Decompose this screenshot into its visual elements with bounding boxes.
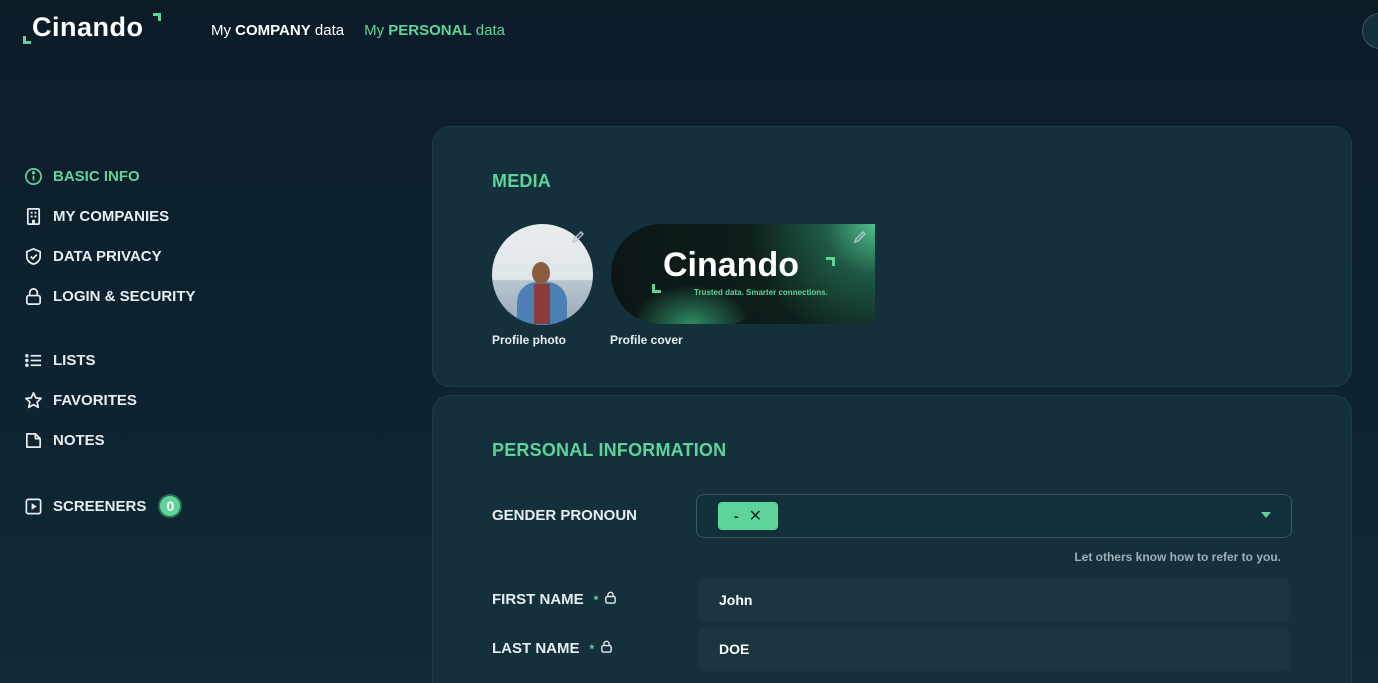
photo-figure-shirt [534, 284, 550, 324]
shield-check-icon [25, 247, 42, 265]
nav-company-prefix: My [211, 22, 231, 39]
top-navigation: My COMPANY data My PERSONAL data [211, 22, 505, 39]
cover-logo-corner-bottom-left [652, 284, 661, 293]
media-card: MEDIA Cinando Trusted data. Smarter conn… [432, 126, 1352, 387]
logo-corner-top-right [153, 13, 161, 21]
sidebar-label-basic-info: BASIC INFO [53, 167, 140, 185]
last-name-input[interactable] [698, 627, 1290, 671]
building-icon [26, 207, 41, 225]
first-name-input[interactable] [698, 578, 1290, 622]
sidebar-label-favorites: FAVORITES [53, 391, 137, 409]
sidebar-label-notes: NOTES [53, 431, 105, 449]
nav-my-personal-data[interactable]: My PERSONAL data [364, 22, 505, 39]
sidebar-item-screeners[interactable]: SCREENERS 0 [24, 494, 183, 518]
user-menu-button[interactable] [1362, 13, 1378, 49]
profile-photo-label: Profile photo [492, 333, 566, 347]
note-icon [25, 432, 42, 448]
personal-section-title: PERSONAL INFORMATION [492, 440, 727, 460]
cover-tagline: Trusted data. Smarter connections. [694, 288, 828, 297]
sidebar-item-favorites[interactable]: FAVORITES [24, 390, 137, 410]
nav-personal-prefix: My [364, 22, 385, 39]
photo-figure-head [532, 262, 550, 284]
gender-pronoun-select[interactable]: - ✕ [696, 494, 1292, 538]
sidebar-item-my-companies[interactable]: MY COMPANIES [24, 206, 169, 226]
info-circle-icon [25, 167, 42, 185]
sidebar-label-data-privacy: DATA PRIVACY [53, 247, 162, 265]
lock-icon [25, 287, 42, 305]
play-square-icon [25, 498, 42, 514]
sidebar-item-basic-info[interactable]: BASIC INFO [24, 166, 140, 186]
cover-logo-text: Cinando [663, 246, 799, 284]
star-icon [25, 391, 42, 408]
logo-corner-bottom-left [23, 36, 31, 44]
personal-information-card: PERSONAL INFORMATION GENDER PRONOUN - ✕ … [432, 395, 1352, 683]
list-icon [25, 353, 42, 367]
caret-down-icon[interactable] [1261, 512, 1271, 518]
cinando-logo[interactable]: Cinando [22, 12, 164, 46]
nav-company-strong: COMPANY [235, 22, 311, 39]
profile-cover-label: Profile cover [610, 333, 683, 347]
sidebar-label-screeners: SCREENERS [53, 497, 147, 515]
gender-pronoun-chip: - ✕ [718, 502, 779, 530]
nav-company-suffix: data [314, 22, 345, 39]
edit-profile-cover-icon[interactable] [853, 230, 867, 244]
nav-my-company-data[interactable]: My COMPANY data [211, 22, 344, 39]
last-name-label-text: LAST NAME [492, 640, 580, 657]
required-asterisk: * [593, 592, 599, 607]
sidebar-label-my-companies: MY COMPANIES [53, 207, 170, 225]
sidebar-item-data-privacy[interactable]: DATA PRIVACY [24, 246, 162, 266]
required-asterisk: * [589, 641, 595, 656]
sidebar-label-lists: LISTS [53, 351, 96, 369]
profile-cover[interactable]: Cinando Trusted data. Smarter connection… [611, 224, 875, 324]
first-name-label-text: FIRST NAME [492, 591, 584, 608]
nav-personal-strong: PERSONAL [388, 22, 472, 39]
sidebar-label-login-security: LOGIN & SECURITY [53, 287, 196, 305]
logo-text: Cinando [32, 12, 144, 42]
gender-pronoun-label-text: GENDER PRONOUN [492, 507, 638, 524]
first-name-label: FIRST NAME * [492, 591, 617, 608]
edit-profile-photo-icon[interactable] [571, 230, 585, 244]
sidebar-item-notes[interactable]: NOTES [24, 430, 105, 450]
remove-chip-icon[interactable]: ✕ [749, 506, 762, 526]
lock-icon [604, 591, 617, 608]
sidebar-item-login-security[interactable]: LOGIN & SECURITY [24, 286, 196, 306]
cover-logo-corner-top-right [826, 257, 835, 266]
gender-pronoun-label: GENDER PRONOUN [492, 507, 637, 524]
screeners-count-badge: 0 [158, 494, 183, 518]
gender-pronoun-hint: Let others know how to refer to you. [1074, 550, 1281, 564]
sidebar-item-lists[interactable]: LISTS [24, 350, 96, 370]
last-name-label: LAST NAME * [492, 640, 613, 657]
media-section-title: MEDIA [492, 171, 551, 191]
gender-pronoun-chip-value: - [734, 508, 739, 524]
lock-icon [600, 640, 613, 657]
nav-personal-suffix: data [475, 22, 505, 39]
